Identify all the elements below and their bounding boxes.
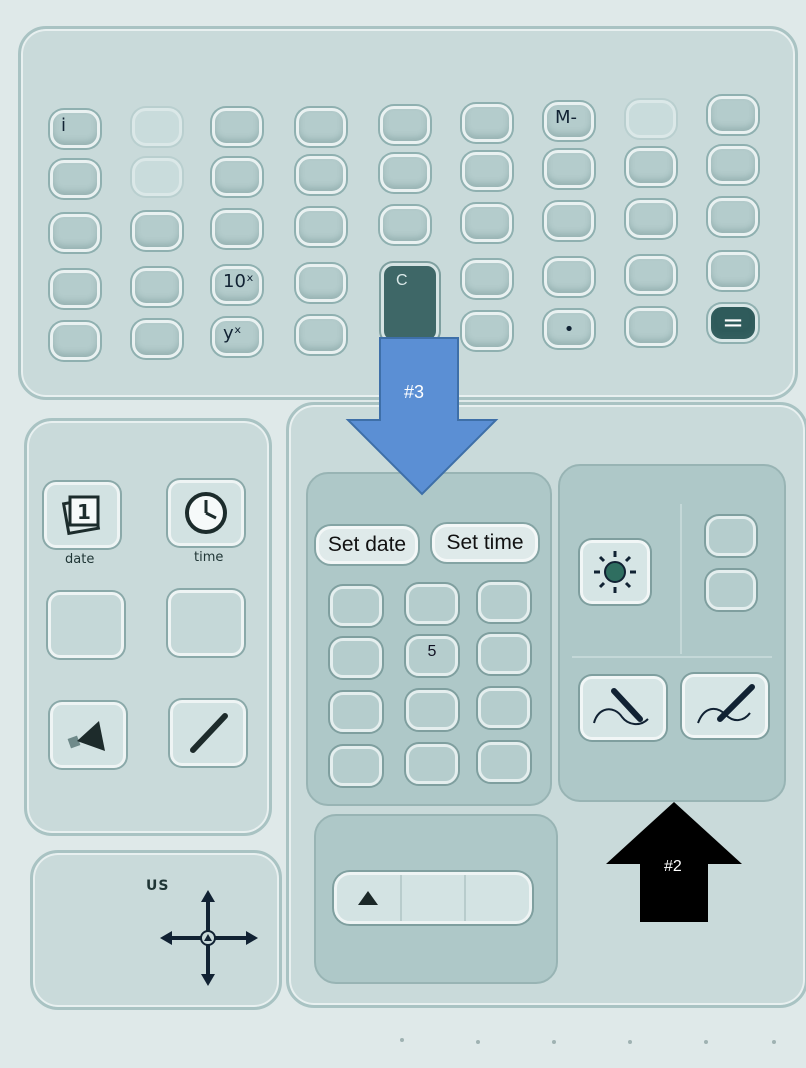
annotation-arrow-2-label: #2 [664, 858, 682, 875]
key-blank[interactable] [462, 260, 512, 298]
handwrite-button[interactable] [580, 676, 666, 740]
keypad-key[interactable] [478, 688, 530, 728]
key-blank[interactable] [212, 210, 262, 248]
key-blank[interactable] [380, 106, 430, 144]
play-button[interactable] [337, 875, 402, 921]
key-blank[interactable] [50, 160, 100, 198]
key-blank[interactable] [132, 320, 182, 358]
brightness-button[interactable] [580, 540, 650, 604]
decorative-dot [704, 1040, 708, 1044]
media-blank-button[interactable] [402, 875, 467, 921]
keypad-key[interactable] [478, 582, 530, 622]
key-i[interactable]: i [50, 110, 100, 148]
key-blank[interactable] [212, 108, 262, 146]
direction-pad-icon[interactable] [158, 888, 262, 992]
keypad-key[interactable] [406, 584, 458, 624]
key-blank[interactable] [296, 156, 346, 194]
keypad-key[interactable] [330, 692, 382, 732]
key-blank[interactable] [380, 206, 430, 244]
keypad-key-5[interactable]: 5 [406, 636, 458, 676]
key-blank[interactable] [626, 308, 676, 346]
media-control-bar [334, 872, 532, 924]
hand-write-icon [593, 688, 649, 725]
key-blank[interactable] [132, 268, 182, 306]
settings-divider-horizontal [572, 656, 772, 658]
key-blank[interactable] [708, 146, 758, 184]
keypad-key[interactable] [478, 634, 530, 674]
key-blank[interactable] [132, 212, 182, 250]
keypad-key[interactable] [330, 746, 382, 786]
key-blank[interactable] [132, 108, 182, 146]
set-date-button[interactable]: Set date [316, 526, 418, 564]
date-button[interactable]: 1 [44, 482, 120, 548]
key-blank[interactable] [626, 256, 676, 294]
key-blank[interactable] [50, 270, 100, 308]
key-blank[interactable] [296, 208, 346, 246]
time-button[interactable] [168, 480, 244, 546]
key-blank[interactable] [626, 200, 676, 238]
decorative-dot [628, 1040, 632, 1044]
speaker-icon [67, 721, 105, 751]
key-m-minus[interactable]: M- [544, 102, 594, 140]
key-blank[interactable] [708, 252, 758, 290]
decorative-dot [400, 1038, 404, 1042]
key-blank[interactable] [296, 316, 346, 354]
sun-icon [594, 551, 636, 593]
key-blank[interactable] [626, 100, 676, 138]
brightness-up-button[interactable] [706, 516, 756, 556]
key-blank[interactable] [212, 158, 262, 196]
calendar-icon-number: 1 [77, 500, 91, 524]
settings-divider-vertical [680, 504, 682, 654]
calendar-icon: 1 [61, 495, 101, 536]
key-blank[interactable] [708, 198, 758, 236]
key-blank[interactable] [50, 214, 100, 252]
date-label: date [65, 552, 95, 567]
key-blank[interactable] [544, 150, 594, 188]
settings-panel [558, 464, 786, 802]
pen-icon [190, 713, 228, 753]
key-blank[interactable] [462, 152, 512, 190]
speaker-button[interactable] [50, 702, 126, 768]
key-blank[interactable] [462, 104, 512, 142]
handwrite-erase-button[interactable] [682, 674, 768, 738]
key-blank[interactable] [132, 158, 182, 196]
key-clear[interactable]: C [381, 263, 439, 343]
key-blank[interactable] [626, 148, 676, 186]
key-ten-power-x[interactable]: 10ˣ [212, 266, 262, 304]
key-blank[interactable] [708, 96, 758, 134]
decorative-dot [476, 1040, 480, 1044]
key-blank[interactable] [296, 264, 346, 302]
annotation-arrow-3 [345, 337, 499, 496]
clock-icon [185, 492, 227, 534]
key-blank[interactable] [544, 202, 594, 240]
keypad-key[interactable] [478, 742, 530, 782]
blank-button[interactable] [48, 592, 124, 658]
key-blank[interactable] [380, 154, 430, 192]
set-time-button[interactable]: Set time [432, 524, 538, 562]
key-blank[interactable] [50, 322, 100, 360]
decorative-dot [772, 1040, 776, 1044]
media-blank-button[interactable] [466, 875, 529, 921]
keypad-key[interactable] [406, 690, 458, 730]
decorative-dot [552, 1040, 556, 1044]
key-blank[interactable] [544, 258, 594, 296]
keypad-key[interactable] [330, 638, 382, 678]
key-blank[interactable] [462, 204, 512, 242]
key-blank[interactable] [296, 108, 346, 146]
key-equals[interactable]: = [708, 304, 758, 342]
key-decimal-point[interactable]: • [544, 310, 594, 348]
time-label: time [194, 550, 224, 565]
pen-button[interactable] [170, 700, 246, 766]
hand-erase-icon [697, 684, 755, 724]
keypad-key[interactable] [330, 586, 382, 626]
annotation-arrow-3-label: #3 [404, 382, 425, 402]
key-y-power-x[interactable]: yˣ [212, 318, 262, 356]
brightness-down-button[interactable] [706, 570, 756, 610]
blank-button[interactable] [168, 590, 244, 656]
up-triangle-icon [358, 891, 379, 905]
keypad-key[interactable] [406, 744, 458, 784]
